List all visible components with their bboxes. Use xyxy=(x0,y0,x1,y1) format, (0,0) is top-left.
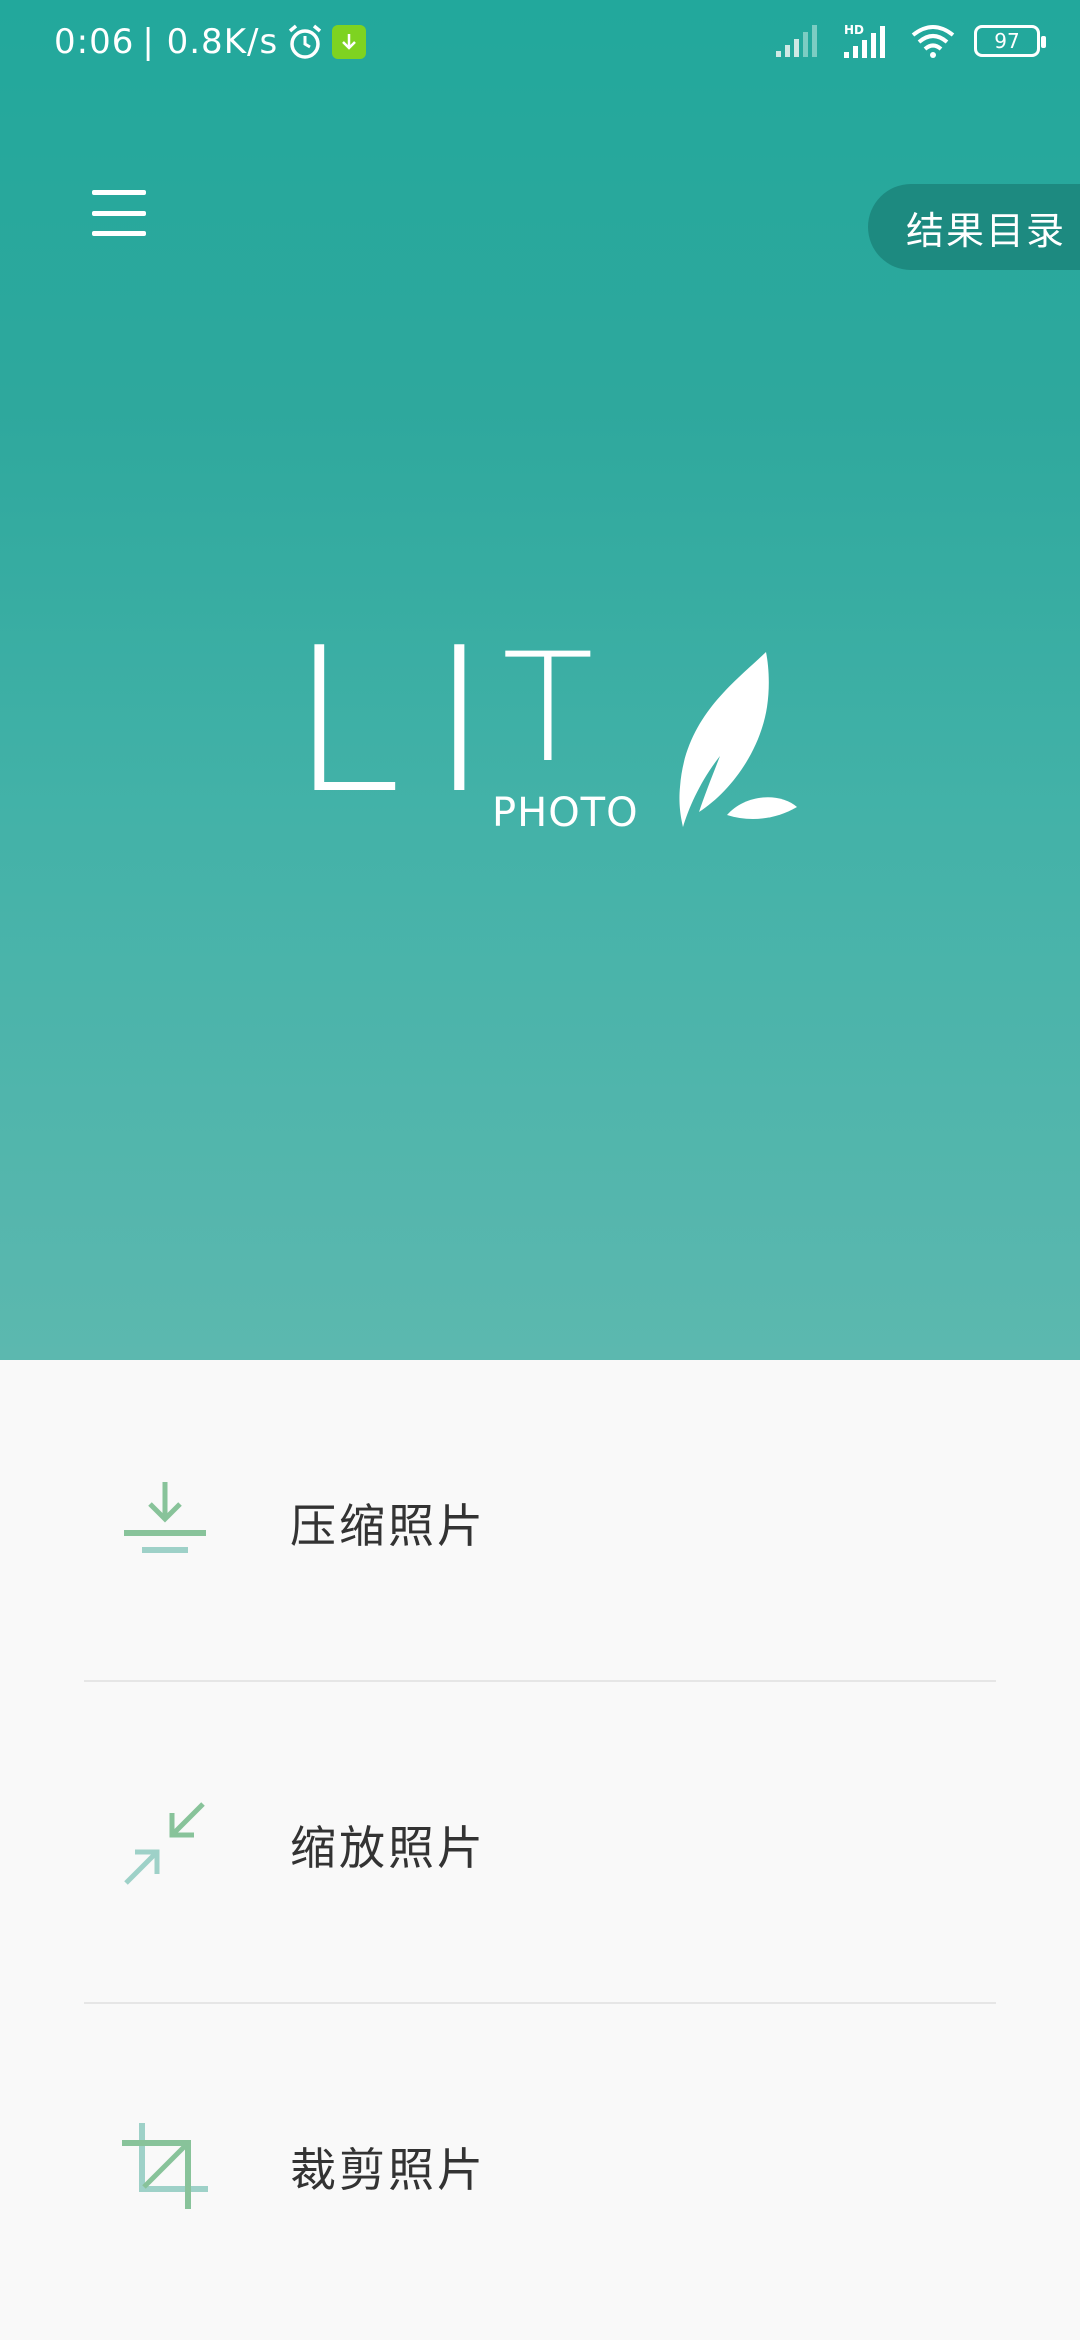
list-item-label: 压缩照片 xyxy=(290,1499,486,1553)
app-logo: L I T PHOTO xyxy=(280,622,820,860)
function-list: 压缩照片 缩放照片 裁剪照片 xyxy=(0,1360,1080,2340)
network-speed: | 0.8K/s xyxy=(142,22,279,62)
logo-letter-i: I xyxy=(430,605,489,838)
feather-icon xyxy=(679,652,797,827)
battery-icon: 97 xyxy=(974,25,1046,57)
header-banner: 0:06 | 0.8K/s HD 97 结果目录 L I T PHOTO xyxy=(0,0,1080,1360)
hd-signal-icon: HD xyxy=(844,23,885,58)
wifi-icon xyxy=(911,25,955,58)
menu-icon[interactable] xyxy=(80,185,158,241)
list-item-resize[interactable]: 缩放照片 xyxy=(0,1682,1080,2004)
crop-icon xyxy=(122,2123,208,2209)
download-icon xyxy=(332,25,367,59)
list-item-label: 裁剪照片 xyxy=(290,2143,486,2197)
resize-icon xyxy=(124,1802,205,1885)
status-time: 0:06 xyxy=(54,22,135,62)
toolbar: 结果目录 xyxy=(0,140,1080,270)
list-item-compress[interactable]: 压缩照片 xyxy=(0,1360,1080,1682)
result-directory-button[interactable]: 结果目录 xyxy=(868,184,1080,270)
logo-letter-t: T xyxy=(502,622,594,796)
logo-subtitle: PHOTO xyxy=(492,790,639,836)
logo-letter-l: L xyxy=(290,605,402,838)
svg-text:HD: HD xyxy=(844,23,864,37)
compress-icon xyxy=(124,1482,206,1553)
list-item-label: 缩放照片 xyxy=(290,1821,486,1875)
alarm-icon xyxy=(289,24,322,59)
signal-icon xyxy=(776,25,817,57)
battery-level: 97 xyxy=(994,29,1020,53)
list-item-crop[interactable]: 裁剪照片 xyxy=(0,2004,1080,2326)
status-bar: 0:06 | 0.8K/s HD 97 xyxy=(0,0,1080,90)
result-directory-label: 结果目录 xyxy=(906,208,1067,253)
